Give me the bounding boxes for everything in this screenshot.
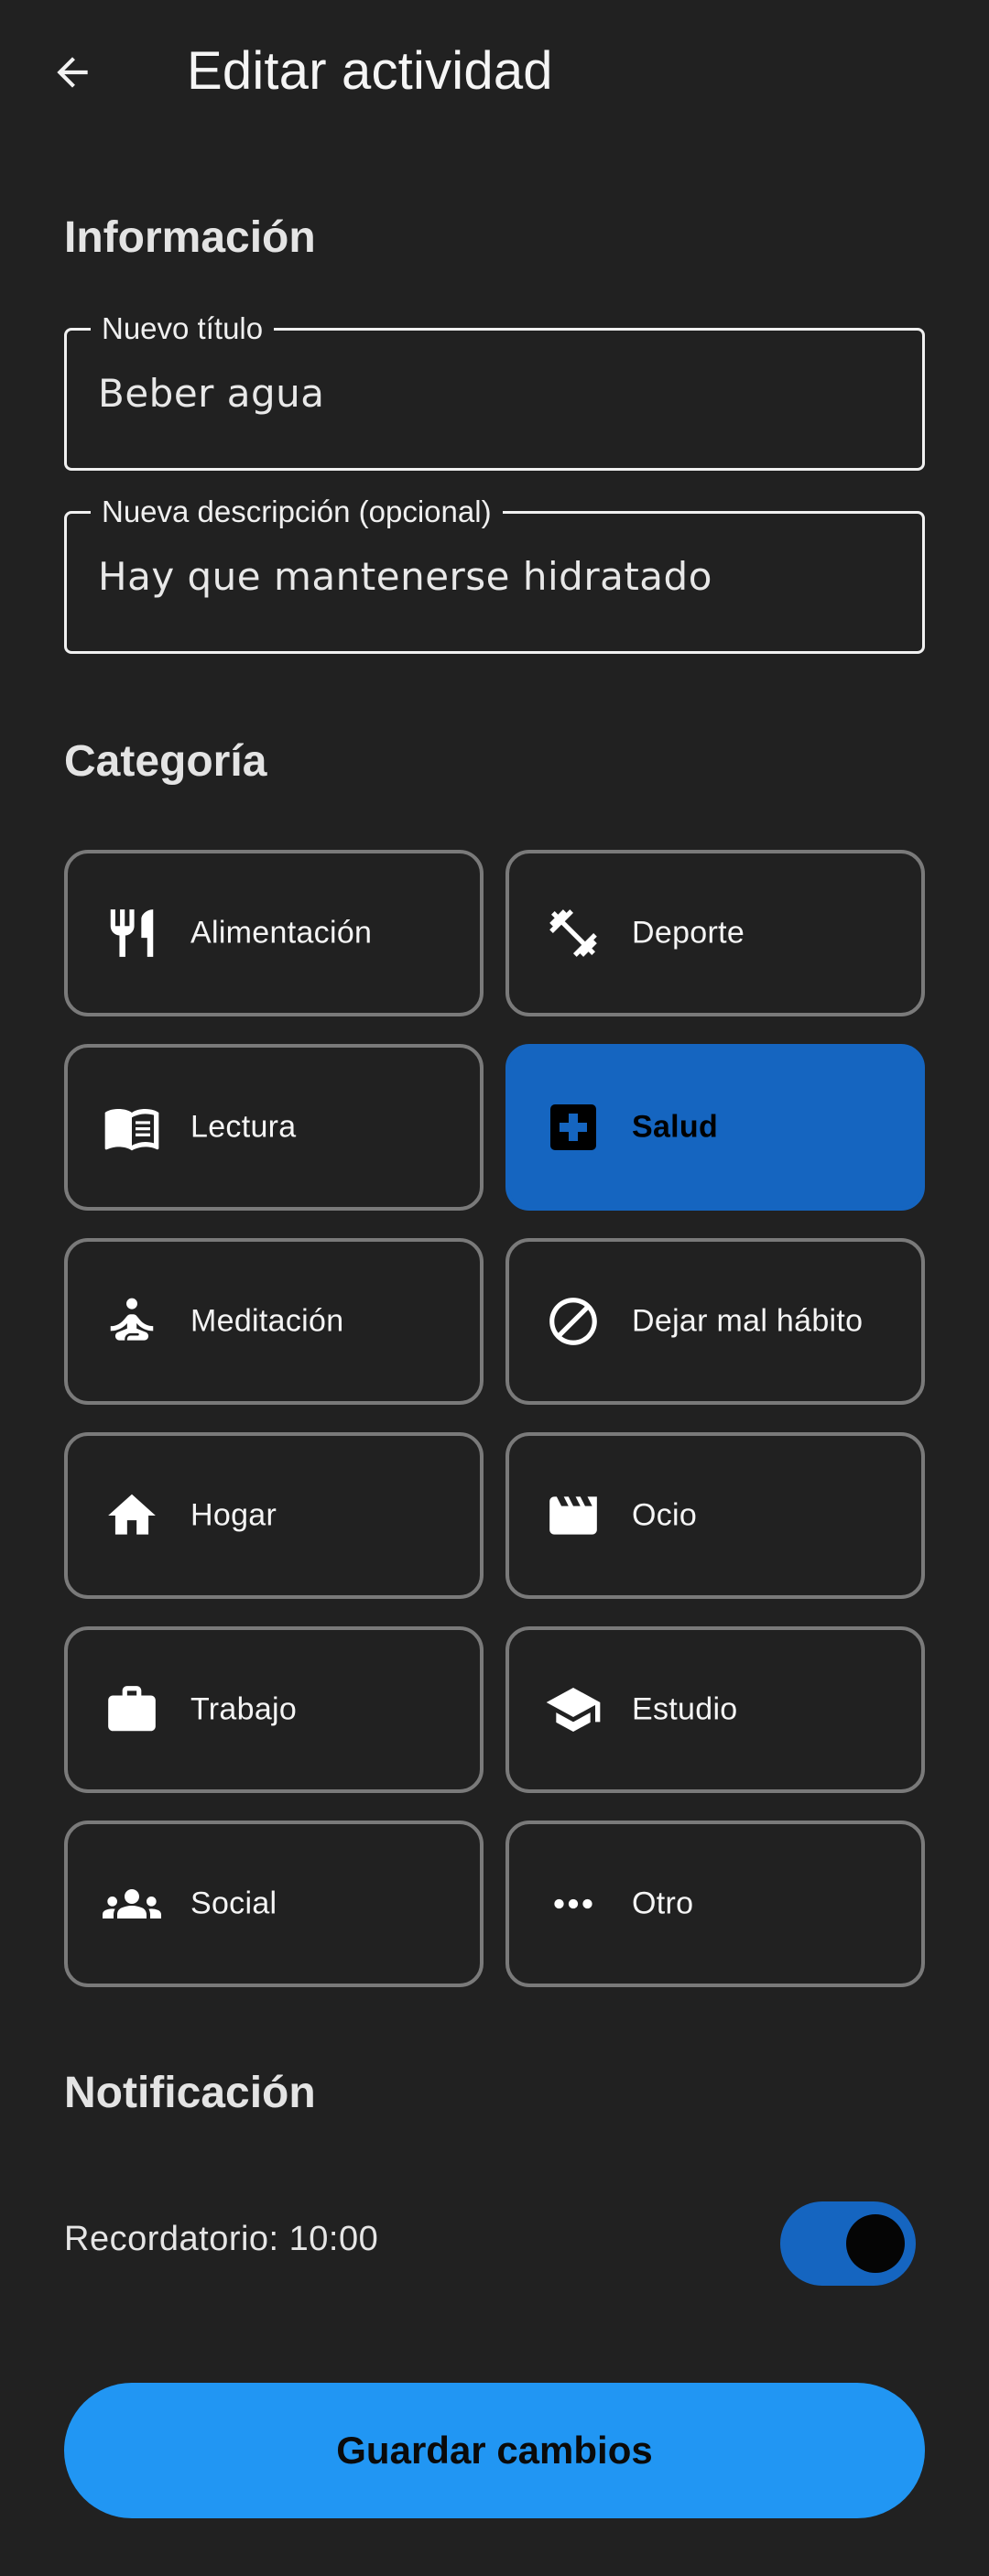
meditation-icon (103, 1292, 161, 1351)
category-trabajo-button[interactable]: Trabajo (64, 1626, 484, 1793)
category-meditacion-button[interactable]: Meditación (64, 1238, 484, 1405)
reminder-label[interactable]: Recordatorio: 10:00 (64, 2220, 378, 2259)
save-button[interactable]: Guardar cambios (64, 2383, 925, 2518)
description-input[interactable] (98, 554, 886, 599)
category-label: Social (190, 1886, 277, 1921)
notification-section-title: Notificación (64, 2069, 316, 2117)
category-label: Deporte (632, 915, 745, 951)
category-lectura-button[interactable]: Lectura (64, 1044, 484, 1211)
title-field[interactable]: Nuevo título (64, 310, 925, 471)
category-label: Salud (632, 1109, 719, 1145)
reminder-toggle[interactable] (780, 2201, 916, 2286)
book-icon (103, 1098, 161, 1157)
more-horiz-icon (544, 1875, 603, 1933)
category-section-title: Categoría (64, 737, 267, 786)
category-dejar-mal-habito-button[interactable]: Dejar mal hábito (505, 1238, 925, 1405)
category-label: Estudio (632, 1691, 738, 1727)
description-field-label: Nueva descripción (opcional) (91, 494, 503, 530)
category-label: Ocio (632, 1497, 698, 1533)
category-label: Otro (632, 1886, 694, 1921)
page-title: Editar actividad (187, 41, 553, 101)
category-salud-button[interactable]: Salud (505, 1044, 925, 1211)
school-icon (544, 1680, 603, 1739)
arrow-back-icon (57, 57, 88, 88)
description-field[interactable]: Nueva descripción (opcional) (64, 494, 925, 654)
back-button[interactable] (33, 33, 112, 112)
category-social-button[interactable]: Social (64, 1821, 484, 1987)
category-estudio-button[interactable]: Estudio (505, 1626, 925, 1793)
category-label: Trabajo (190, 1691, 298, 1727)
groups-icon (103, 1875, 161, 1933)
home-icon (103, 1486, 161, 1545)
category-label: Hogar (190, 1497, 277, 1533)
work-icon (103, 1680, 161, 1739)
restaurant-icon (103, 904, 161, 962)
title-input[interactable] (98, 371, 886, 416)
block-icon (544, 1292, 603, 1351)
category-label: Meditación (190, 1303, 344, 1339)
category-hogar-button[interactable]: Hogar (64, 1432, 484, 1599)
medical-icon (544, 1098, 603, 1157)
category-otro-button[interactable]: Otro (505, 1821, 925, 1987)
category-label: Alimentación (190, 915, 373, 951)
title-field-label: Nuevo título (91, 310, 275, 347)
category-label: Lectura (190, 1109, 297, 1145)
category-deporte-button[interactable]: Deporte (505, 850, 925, 1016)
category-alimentacion-button[interactable]: Alimentación (64, 850, 484, 1016)
category-label: Dejar mal hábito (632, 1303, 864, 1339)
toggle-knob (846, 2214, 905, 2273)
info-section-title: Información (64, 213, 316, 262)
app-bar: Editar actividad (0, 0, 989, 143)
category-ocio-button[interactable]: Ocio (505, 1432, 925, 1599)
fitness-icon (544, 904, 603, 962)
movie-icon (544, 1486, 603, 1545)
